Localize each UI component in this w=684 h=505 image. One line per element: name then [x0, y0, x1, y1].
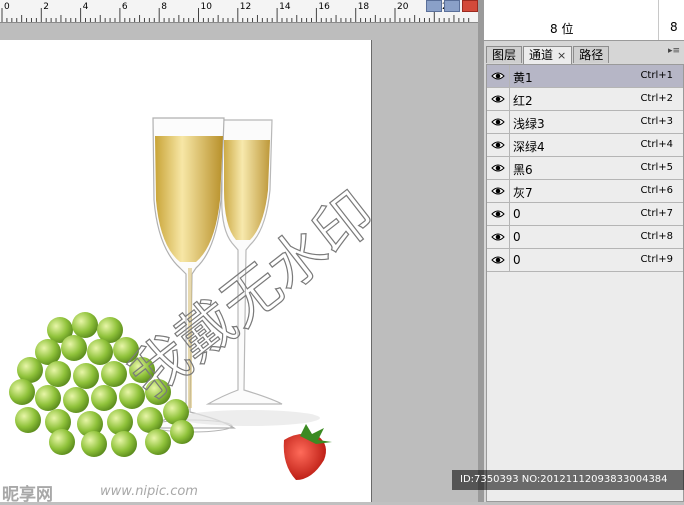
- channel-row[interactable]: 0 Ctrl+9: [487, 249, 683, 272]
- nipic-logo-text: 昵享网: [2, 485, 53, 505]
- channel-row[interactable]: 0 Ctrl+7: [487, 203, 683, 226]
- eye-icon[interactable]: [487, 226, 510, 248]
- channel-name: 红2: [513, 94, 533, 108]
- channel-row[interactable]: 浅绿3 Ctrl+3: [487, 111, 683, 134]
- channel-name: 0: [513, 207, 521, 221]
- eye-icon[interactable]: [487, 249, 510, 271]
- ruler-number: 6: [121, 2, 128, 12]
- panel-menu-icon[interactable]: ▸≡: [668, 46, 680, 56]
- info-box: 8 位 8: [484, 0, 684, 41]
- right-panel: 8 位 8 图层 通道 × 路径 ▸≡ 黄1 Ctrl+1 红2 Ctrl+2 浅绿3 Ct…: [452, 0, 684, 502]
- eye-icon[interactable]: [487, 157, 510, 179]
- channel-name: 0: [513, 230, 521, 244]
- channel-name: 深绿4: [513, 140, 545, 154]
- id-watermark-text: ID:7350393 NO:20121112093833004384: [460, 474, 668, 485]
- ruler-number: 18: [357, 2, 370, 12]
- ruler-number: 20: [397, 2, 409, 12]
- document-canvas[interactable]: 我戴无水印: [0, 40, 372, 502]
- eye-icon[interactable]: [487, 65, 510, 87]
- channels-list: 黄1 Ctrl+1 红2 Ctrl+2 浅绿3 Ctrl+3 深绿4 Ctrl+4 黑6 Ctrl…: [486, 64, 684, 502]
- nipic-watermark: 昵享网 www.nipic.com: [0, 480, 250, 505]
- channel-row[interactable]: 红2 Ctrl+2: [487, 88, 683, 111]
- tab-channels-label: 通道: [529, 48, 554, 62]
- channel-row[interactable]: 黑6 Ctrl+5: [487, 157, 683, 180]
- tab-paths-label: 路径: [579, 48, 604, 62]
- id-watermark: ID:7350393 NO:20121112093833004384: [452, 470, 684, 490]
- channel-row[interactable]: 黄1 Ctrl+1: [487, 65, 683, 88]
- channel-row[interactable]: 灰7 Ctrl+6: [487, 180, 683, 203]
- nipic-url: www.nipic.com: [100, 484, 198, 499]
- channel-row[interactable]: 深绿4 Ctrl+4: [487, 134, 683, 157]
- tab-paths[interactable]: 路径: [573, 46, 610, 63]
- ruler-number: 12: [239, 2, 252, 12]
- channel-shortcut: Ctrl+3: [640, 116, 673, 127]
- window-controls: [426, 0, 478, 12]
- channel-shortcut: Ctrl+2: [640, 93, 673, 104]
- panel-tabs: 图层 通道 × 路径: [486, 46, 610, 64]
- ruler-number: 2: [43, 2, 50, 12]
- ruler-number: 16: [318, 2, 330, 12]
- channel-shortcut: Ctrl+9: [640, 254, 673, 265]
- photo-image: 我戴无水印: [9, 117, 371, 480]
- bit-depth-right: 8: [670, 20, 678, 34]
- channel-shortcut: Ctrl+1: [640, 70, 673, 81]
- ruler-number: 10: [200, 2, 212, 12]
- maximize-button[interactable]: [444, 0, 460, 12]
- channel-shortcut: Ctrl+4: [640, 139, 673, 150]
- eye-icon[interactable]: [487, 111, 510, 133]
- channel-name: 灰7: [513, 186, 533, 200]
- ruler-number: 8: [161, 2, 167, 12]
- tab-layers-label: 图层: [492, 48, 517, 62]
- channel-shortcut: Ctrl+5: [640, 162, 673, 173]
- minimize-button[interactable]: [426, 0, 442, 12]
- bit-depth-label: 8 位: [550, 22, 574, 36]
- eye-icon[interactable]: [487, 203, 510, 225]
- ruler-number: 0: [4, 2, 10, 12]
- channel-shortcut: Ctrl+6: [640, 185, 673, 196]
- ruler-number: 14: [279, 2, 291, 12]
- eye-icon[interactable]: [487, 88, 510, 110]
- eye-icon[interactable]: [487, 134, 510, 156]
- strawberry: [283, 424, 332, 480]
- channel-row[interactable]: 0 Ctrl+8: [487, 226, 683, 249]
- channel-name: 浅绿3: [513, 117, 545, 131]
- channel-shortcut: Ctrl+8: [640, 231, 673, 242]
- eye-icon[interactable]: [487, 180, 510, 202]
- canvas-area[interactable]: 我戴无水印 昵享网 www.nipic.com: [0, 23, 478, 505]
- channel-name: 黑6: [513, 163, 533, 177]
- tab-close-icon[interactable]: ×: [557, 49, 566, 62]
- channel-name: 黄1: [513, 71, 533, 85]
- tab-channels[interactable]: 通道 ×: [523, 46, 573, 64]
- channel-name: 0: [513, 253, 521, 267]
- ruler-number: 4: [82, 2, 89, 12]
- tab-layers[interactable]: 图层: [486, 46, 523, 63]
- close-button[interactable]: [462, 0, 478, 12]
- channel-shortcut: Ctrl+7: [640, 208, 673, 219]
- horizontal-ruler: 0 2 4 6 8 10 12 14 16 18 20 22: [0, 0, 478, 23]
